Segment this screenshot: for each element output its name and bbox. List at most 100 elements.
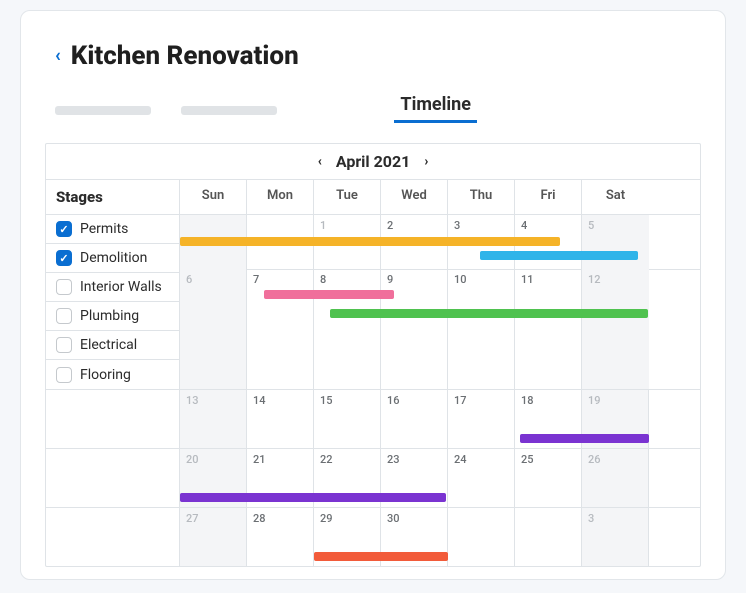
cal-cell: 6 [180,269,247,389]
day-head-mon: Mon [247,180,314,214]
tab-timeline[interactable]: Timeline [400,94,471,121]
stage-checkbox-flooring[interactable] [56,367,72,383]
header: ‹ Kitchen Renovation [45,41,701,71]
stage-week-row-2: 6 7 8 9 10 11 12 [180,269,700,389]
date-num: 14 [253,394,266,407]
date-num: 21 [253,453,266,466]
day-head-thu: Thu [448,180,515,214]
date-num: 1 [320,219,326,232]
date-num: 12 [588,273,601,286]
column-headers: Stages Sun Mon Tue Wed Thu Fri Sat [46,180,700,215]
stage-checkbox-plumbing[interactable] [56,308,72,324]
stage-item-interior-walls[interactable]: Interior Walls [46,273,179,302]
month-label: April 2021 [336,152,411,171]
date-num: 28 [253,512,266,525]
month-switcher: ‹ April 2021 › [46,144,700,180]
stage-list: ✓ Permits ✓ Demolition Interior Walls Pl… [46,215,180,389]
date-num: 2 [387,219,393,232]
tab-placeholder-2[interactable] [181,106,277,115]
date-num: 25 [521,453,534,466]
gantt-bar-flooring[interactable] [314,552,448,561]
date-num: 10 [454,273,467,286]
date-num: 13 [186,394,199,407]
stage-item-electrical[interactable]: Electrical [46,331,179,360]
cal-cell: 17 [448,390,515,448]
tab-placeholder-1[interactable] [55,106,151,115]
cal-cell [515,508,582,566]
stage-label: Interior Walls [80,279,162,295]
calendar-weeks: 13 14 15 16 17 18 19 20 21 22 23 24 25 2… [46,390,700,566]
back-icon[interactable]: ‹ [55,47,61,65]
cal-cell: 7 [247,269,314,389]
month-prev-button[interactable]: ‹ [318,154,322,169]
gantt-bar-plumbing[interactable] [330,309,648,318]
date-num: 24 [454,453,467,466]
gantt-bar-electrical-1[interactable] [520,434,649,443]
gantt-bar-interior-walls[interactable] [264,290,394,299]
calendar-row-spacer [46,449,180,507]
stage-label: Flooring [80,367,131,383]
stage-item-permits[interactable]: ✓ Permits [46,215,179,244]
cal-cell: 14 [247,390,314,448]
day-head-sun: Sun [180,180,247,214]
stage-checkbox-electrical[interactable] [56,337,72,353]
cal-cell: 12 [582,269,649,389]
date-num: 16 [387,394,400,407]
stage-item-plumbing[interactable]: Plumbing [46,302,179,331]
date-num: 22 [320,453,333,466]
stage-item-demolition[interactable]: ✓ Demolition [46,244,179,273]
day-head-wed: Wed [381,180,448,214]
date-num: 20 [186,453,199,466]
page-title: Kitchen Renovation [71,41,299,71]
date-num: 4 [521,219,527,232]
date-num: 3 [454,219,460,232]
cal-cell: 13 [180,390,247,448]
date-num: 11 [521,273,534,286]
cal-cell: 10 [448,269,515,389]
cal-cell: 27 [180,508,247,566]
stage-item-flooring[interactable]: Flooring [46,360,179,389]
cal-cell: 28 [247,508,314,566]
calendar-week-row: 27 28 29 30 3 [46,507,700,566]
cal-cell: 15 [314,390,381,448]
cal-cell: 5 [582,215,649,269]
tab-active-indicator [394,120,477,123]
date-num: 6 [186,273,192,286]
timeline-board: ‹ April 2021 › Stages Sun Mon Tue Wed Th… [45,143,701,567]
cal-cell: 25 [515,449,582,507]
stages-header: Stages [46,180,180,214]
stage-checkbox-permits[interactable]: ✓ [56,221,72,237]
project-card: ‹ Kitchen Renovation Timeline ‹ April 20… [20,10,726,580]
cal-cell: 8 [314,269,381,389]
month-next-button[interactable]: › [424,154,428,169]
stage-checkbox-demolition[interactable]: ✓ [56,250,72,266]
stage-label: Plumbing [80,308,139,324]
gantt-bar-demolition[interactable] [480,251,638,260]
date-num: 7 [253,273,259,286]
calendar-row-spacer [46,390,180,448]
tab-bar: Timeline [45,91,701,121]
date-num: 27 [186,512,199,525]
date-num: 26 [588,453,601,466]
gantt-bar-permits[interactable] [180,237,560,246]
date-num: 18 [521,394,534,407]
day-head-tue: Tue [314,180,381,214]
stage-calendar-backdrop: 1 2 3 4 5 6 7 8 9 10 [180,215,700,389]
date-num: 17 [454,394,467,407]
date-num: 23 [387,453,400,466]
date-num: 15 [320,394,333,407]
date-num: 19 [588,394,601,407]
cal-cell: 11 [515,269,582,389]
date-num: 5 [588,219,594,232]
date-num: 30 [387,512,400,525]
stage-area: ✓ Permits ✓ Demolition Interior Walls Pl… [46,215,700,390]
stage-checkbox-interior-walls[interactable] [56,279,72,295]
calendar-week-row: 13 14 15 16 17 18 19 [46,390,700,448]
gantt-bar-electrical-2[interactable] [180,493,446,502]
stage-label: Demolition [80,250,147,266]
cal-cell [448,508,515,566]
stage-label: Permits [80,221,128,237]
date-num: 29 [320,512,333,525]
date-num: 8 [320,273,326,286]
stage-label: Electrical [80,337,137,353]
